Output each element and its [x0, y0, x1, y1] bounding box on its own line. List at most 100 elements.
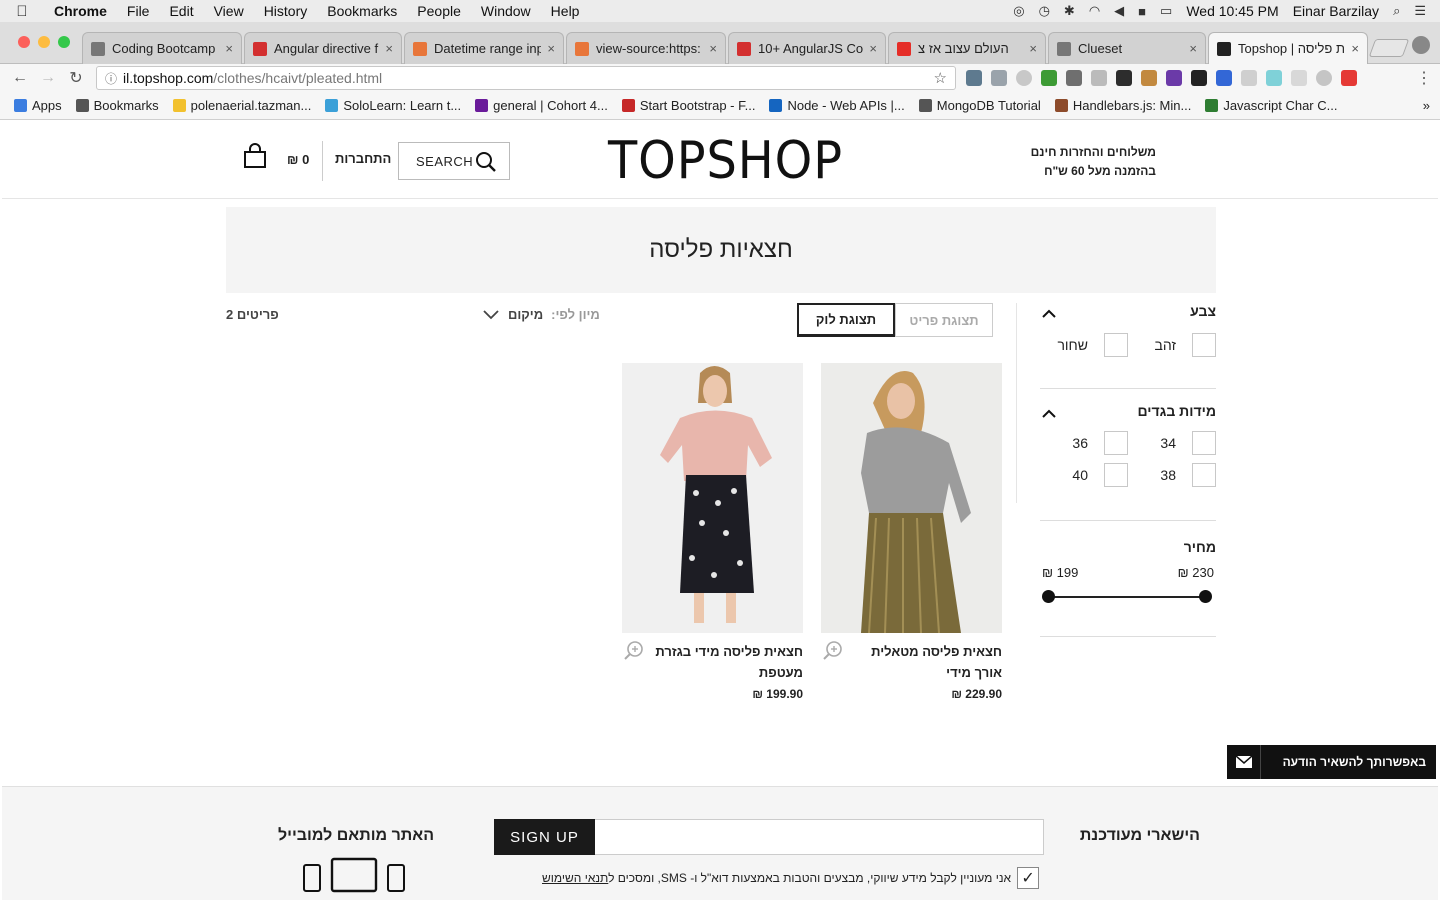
bookmark-item[interactable]: Bookmarks [75, 98, 159, 113]
menu-file[interactable]: File [117, 3, 160, 19]
close-tab-icon[interactable]: × [709, 41, 717, 56]
newsletter-email-input[interactable] [594, 819, 1044, 855]
bookmark-item[interactable]: Javascript Char C... [1205, 98, 1337, 113]
reload-icon[interactable]: ↻ [62, 68, 90, 88]
bookmarks-overflow-icon[interactable]: » [1423, 98, 1430, 113]
size-checkbox-40[interactable] [1104, 463, 1128, 487]
extension-icon[interactable] [966, 70, 982, 86]
consent-checkbox[interactable]: ✓ [1017, 867, 1040, 889]
menu-window[interactable]: Window [471, 3, 541, 19]
menu-help[interactable]: Help [541, 3, 590, 19]
browser-tab[interactable]: 10+ AngularJS Co × [728, 32, 886, 64]
notification-center-icon[interactable]: ☰ [1414, 3, 1426, 19]
size-checkbox-36[interactable] [1104, 431, 1128, 455]
extension-icon[interactable] [1266, 70, 1282, 86]
creative-cloud-icon[interactable]: ◎ [1013, 3, 1024, 19]
user-name[interactable]: Einar Barzilay [1293, 3, 1379, 19]
extension-icon[interactable] [1216, 70, 1232, 86]
close-tab-icon[interactable]: × [1029, 41, 1037, 56]
apple-menu-icon[interactable]:  [0, 3, 44, 20]
extension-icon[interactable] [1166, 70, 1182, 86]
profile-icon[interactable] [1412, 36, 1430, 54]
close-tab-icon[interactable]: × [225, 41, 233, 56]
extension-icon[interactable] [1066, 70, 1082, 86]
spotlight-search-icon[interactable]: ⌕ [1393, 3, 1400, 19]
close-tab-icon[interactable]: × [1189, 41, 1197, 56]
size-checkbox-38[interactable] [1192, 463, 1216, 487]
bookmark-item[interactable]: general | Cohort 4... [475, 98, 608, 113]
browser-tab[interactable]: Topshop | ות פליסה × [1208, 32, 1368, 64]
product-card[interactable]: חצאית פליסה מידי בגזרת מעטפת 199.90 ₪ [622, 363, 803, 701]
product-image[interactable] [622, 363, 803, 633]
cart-amount[interactable]: ₪ 0 [287, 152, 309, 167]
chevron-up-icon[interactable] [1042, 407, 1056, 421]
menu-people[interactable]: People [407, 3, 471, 19]
menu-bookmarks[interactable]: Bookmarks [317, 3, 407, 19]
browser-tab[interactable]: view-source:https: × [566, 32, 726, 64]
menu-app-name[interactable]: Chrome [44, 3, 117, 19]
time-machine-icon[interactable]: ◷ [1039, 3, 1050, 19]
close-window-icon[interactable] [18, 36, 30, 48]
color-filter-title[interactable]: צבע [1040, 301, 1216, 319]
size-checkbox-34[interactable] [1192, 431, 1216, 455]
zoom-window-icon[interactable] [58, 36, 70, 48]
bookmark-item[interactable]: Handlebars.js: Min... [1054, 98, 1191, 113]
extension-icon[interactable] [1191, 70, 1207, 86]
extension-icon[interactable] [1341, 70, 1357, 86]
topshop-logo[interactable]: TOPSHOP [608, 131, 843, 191]
address-bar[interactable]: ⓘ il.topshop.com/clothes/hcaivt/pleated.… [96, 66, 956, 90]
product-name[interactable]: חצאית פליסה מידי בגזרת מעטפת [622, 641, 803, 683]
bookmark-item[interactable]: Start Bootstrap - F... [621, 98, 755, 113]
menu-edit[interactable]: Edit [159, 3, 203, 19]
bookmark-item[interactable]: Apps [14, 98, 62, 113]
bookmark-item[interactable]: SoloLearn: Learn t... [325, 98, 461, 113]
browser-tab[interactable]: Clueset × [1048, 32, 1206, 64]
bookmark-item[interactable]: Node - Web APIs |... [769, 98, 905, 113]
bookmark-star-icon[interactable]: ☆ [934, 69, 947, 87]
browser-tab[interactable]: Datetime range inp × [404, 32, 564, 64]
extension-icon[interactable] [1241, 70, 1257, 86]
quick-view-zoom-icon[interactable] [624, 640, 644, 660]
browser-tab[interactable]: Angular directive f × [244, 32, 402, 64]
minimize-window-icon[interactable] [38, 36, 50, 48]
color-checkbox-black[interactable] [1104, 333, 1128, 357]
quick-view-zoom-icon[interactable] [823, 640, 843, 660]
price-slider-max-handle[interactable] [1199, 590, 1212, 603]
terms-link[interactable]: תנאי השימוש [542, 871, 608, 885]
search-button[interactable]: SEARCH [398, 142, 510, 180]
extension-icon[interactable] [1141, 70, 1157, 86]
price-slider-min-handle[interactable] [1042, 590, 1055, 603]
bluetooth-icon[interactable]: ✱ [1064, 3, 1075, 19]
app-status-icon[interactable]: ■ [1138, 4, 1146, 19]
browser-tab[interactable]: העולם עצוב אז צ × [888, 32, 1046, 64]
look-view-button[interactable]: תצוגת לוק [797, 303, 895, 337]
chevron-up-icon[interactable] [1042, 307, 1056, 321]
close-tab-icon[interactable]: × [1351, 41, 1359, 56]
close-tab-icon[interactable]: × [869, 41, 877, 56]
extension-icon[interactable] [1041, 70, 1057, 86]
signup-button[interactable]: SIGN UP [494, 819, 595, 855]
chrome-menu-icon[interactable]: ⋮ [1416, 68, 1432, 88]
new-tab-button[interactable] [1368, 39, 1410, 57]
product-image[interactable] [821, 363, 1002, 633]
close-tab-icon[interactable]: × [547, 41, 555, 56]
product-card[interactable]: חצאית פליסה מטאלית אורך מידי 229.90 ₪ [821, 363, 1002, 701]
color-checkbox-gold[interactable] [1192, 333, 1216, 357]
bookmark-item[interactable]: polenaerial.tazman... [172, 98, 311, 113]
extension-icon[interactable] [1091, 70, 1107, 86]
menu-history[interactable]: History [254, 3, 318, 19]
extension-icon[interactable] [1016, 70, 1032, 86]
wifi-icon[interactable]: ◠ [1089, 3, 1100, 19]
size-filter-title[interactable]: מידות בגדים [1040, 401, 1216, 419]
extension-icon[interactable] [1316, 70, 1332, 86]
product-name[interactable]: חצאית פליסה מטאלית אורך מידי [821, 641, 1002, 683]
info-icon[interactable]: ⓘ [105, 70, 117, 87]
extension-icon[interactable] [1291, 70, 1307, 86]
volume-icon[interactable]: ◀ [1114, 3, 1124, 19]
extension-icon[interactable] [1116, 70, 1132, 86]
close-tab-icon[interactable]: × [385, 41, 393, 56]
item-view-button[interactable]: תצוגת פריט [895, 303, 993, 337]
browser-tab[interactable]: Coding Bootcamp × [82, 32, 242, 64]
back-arrow-icon[interactable]: ← [6, 69, 34, 87]
shopping-bag-icon[interactable] [242, 143, 268, 169]
